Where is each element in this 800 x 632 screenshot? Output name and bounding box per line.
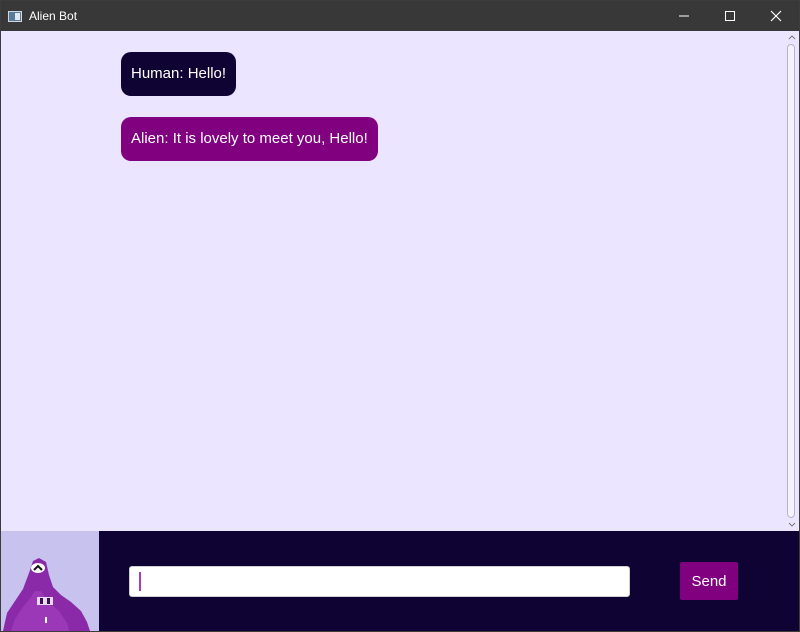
text-caret (139, 572, 141, 591)
avatar (1, 531, 99, 631)
minimize-icon (679, 15, 689, 17)
close-icon (770, 10, 782, 22)
scroll-up-button[interactable] (784, 31, 799, 43)
maximize-button[interactable] (707, 1, 753, 31)
arrow-up-icon (788, 35, 795, 40)
alien-avatar-icon (3, 558, 90, 631)
input-bar: Send (1, 531, 799, 631)
app-icon (8, 10, 22, 22)
window-controls (661, 1, 799, 31)
maximize-icon (725, 11, 735, 21)
human-message-bubble: Human: Hello! (121, 52, 237, 96)
chat-scrollbar[interactable] (784, 31, 799, 531)
minimize-button[interactable] (661, 1, 707, 31)
window-title: Alien Bot (29, 9, 78, 23)
scroll-thumb[interactable] (787, 44, 795, 518)
scroll-down-button[interactable] (784, 519, 799, 531)
chat-area[interactable]: Human: Hello! Alien: It is lovely to mee… (1, 31, 785, 531)
message-input[interactable] (129, 566, 630, 597)
arrow-down-icon (788, 522, 795, 527)
alien-message-bubble: Alien: It is lovely to meet you, Hello! (121, 117, 378, 161)
send-button[interactable]: Send (680, 562, 738, 600)
app-window: Alien Bot Human: Hello! Alien: It is lov… (0, 0, 800, 632)
close-button[interactable] (753, 1, 799, 31)
title-bar[interactable]: Alien Bot (1, 1, 799, 31)
